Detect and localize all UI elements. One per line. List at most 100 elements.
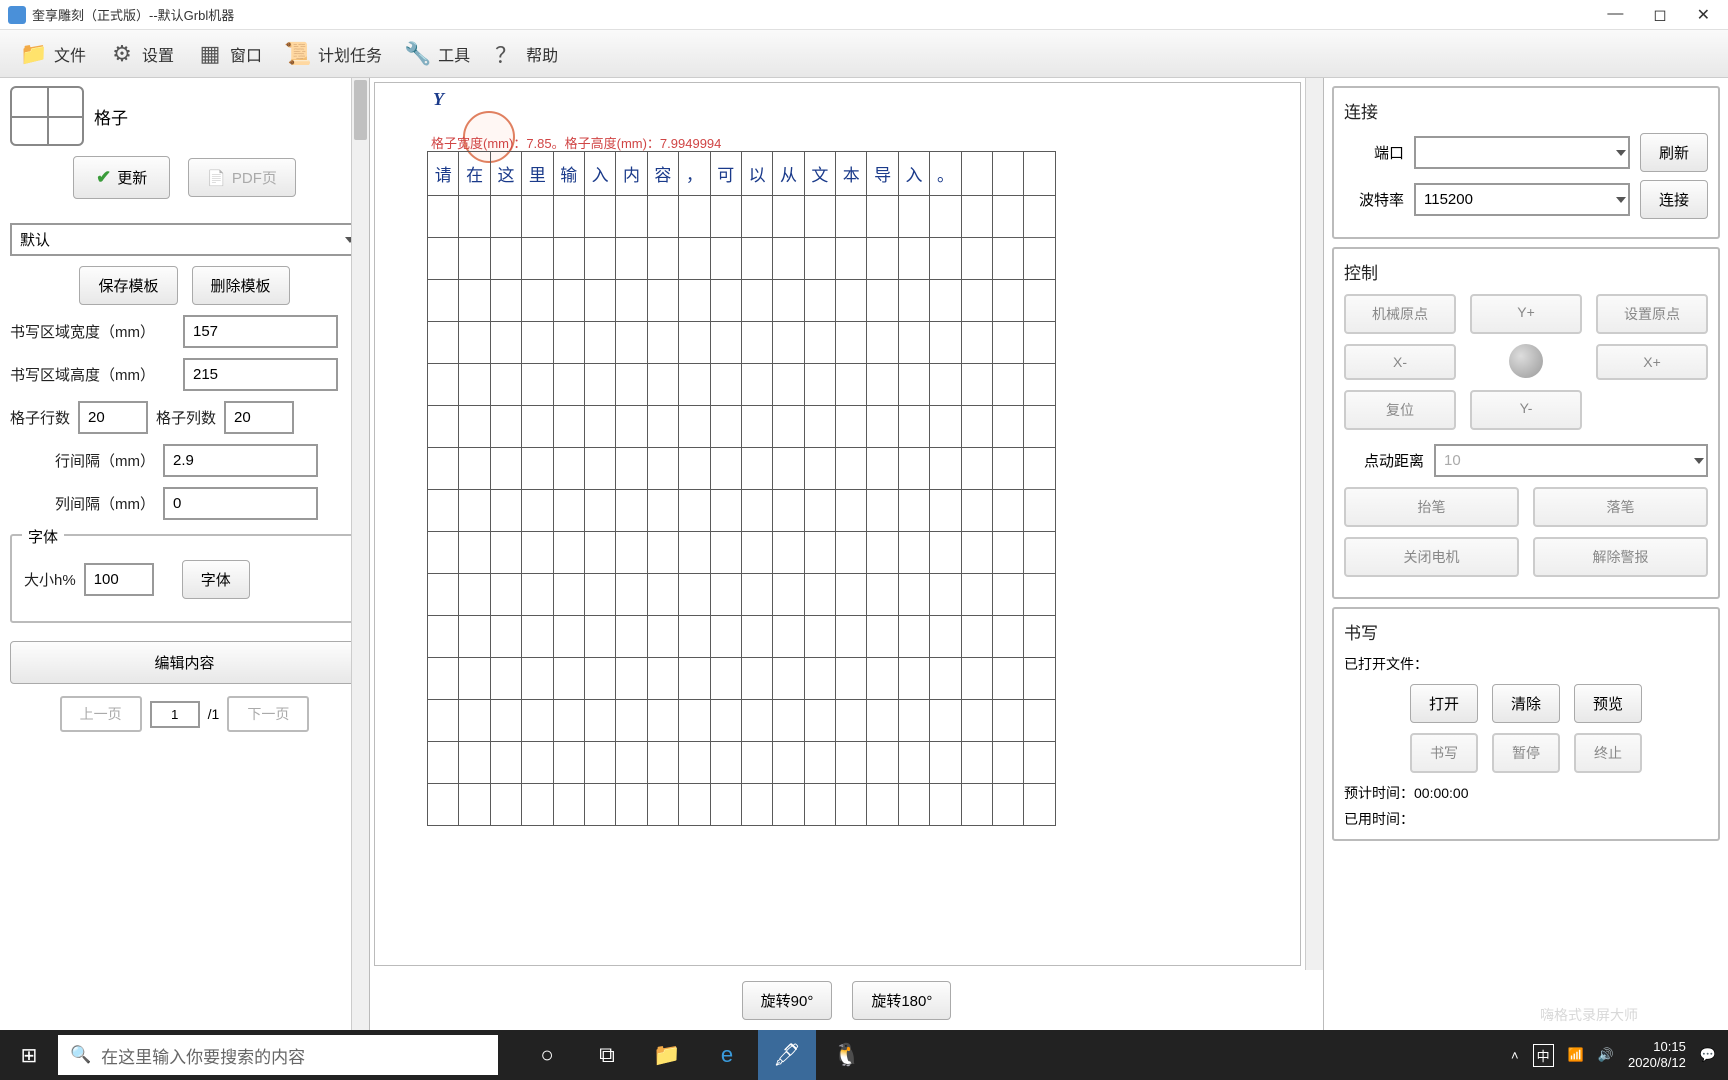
preview-button[interactable]: 预览: [1574, 684, 1642, 723]
minimize-button[interactable]: —: [1607, 5, 1623, 25]
refresh-button[interactable]: 刷新: [1640, 133, 1708, 172]
x-plus-button[interactable]: X+: [1596, 344, 1708, 380]
width-label: 书写区域宽度（mm）: [10, 321, 175, 342]
menu-window[interactable]: ▦窗口: [186, 36, 272, 72]
font-size-input[interactable]: [84, 563, 154, 596]
port-select[interactable]: [1414, 136, 1630, 169]
y-minus-button[interactable]: Y-: [1470, 390, 1582, 430]
wifi-icon[interactable]: 📶: [1568, 1047, 1584, 1063]
row-gap-input[interactable]: [163, 444, 318, 477]
edit-content-button[interactable]: 编辑内容: [10, 641, 359, 684]
rotate-90-button[interactable]: 旋转90°: [742, 981, 833, 1020]
search-box[interactable]: 🔍 在这里输入你要搜索的内容: [58, 1035, 498, 1075]
opened-file-label: 已打开文件：: [1344, 654, 1708, 674]
home-button[interactable]: 机械原点: [1344, 294, 1456, 334]
pen-up-button[interactable]: 抬笔: [1344, 487, 1519, 527]
delete-template-button[interactable]: 删除模板: [192, 266, 290, 305]
right-panel: 连接 端口 刷新 波特率 连接 控制 机械原点 Y+ 设置原点 X- X+ 复位: [1323, 78, 1728, 1030]
reset-button[interactable]: 复位: [1344, 390, 1456, 430]
save-template-button[interactable]: 保存模板: [79, 266, 177, 305]
menu-file[interactable]: 📁文件: [10, 36, 96, 72]
control-group: 控制 机械原点 Y+ 设置原点 X- X+ 复位 Y- 点动距离 抬笔 落笔: [1332, 247, 1720, 599]
clear-alarm-button[interactable]: 解除警报: [1533, 537, 1708, 577]
qq-icon[interactable]: 🐧: [818, 1030, 876, 1080]
canvas[interactable]: Y 格子宽度(mm)：7.85。格子高度(mm)：7.9949994 请在这里输…: [374, 82, 1301, 966]
eta-label: 预计时间：: [1344, 785, 1414, 801]
app-taskbar-icon[interactable]: 🖋: [758, 1030, 816, 1080]
maximize-button[interactable]: ◻: [1653, 5, 1666, 25]
center-panel: Y 格子宽度(mm)：7.85。格子高度(mm)：7.9949994 请在这里输…: [370, 78, 1323, 1030]
pdf-page-button[interactable]: PDF页: [188, 158, 296, 197]
joystick[interactable]: [1470, 344, 1582, 380]
prev-page-button[interactable]: 上一页: [60, 696, 142, 732]
volume-icon[interactable]: 🔊: [1598, 1047, 1614, 1063]
clock[interactable]: 10:15 2020/8/12: [1628, 1039, 1686, 1070]
grid-tile-icon: [10, 86, 84, 146]
rotate-180-button[interactable]: 旋转180°: [852, 981, 951, 1020]
start-button[interactable]: ⊞: [0, 1030, 58, 1080]
col-gap-input[interactable]: [163, 487, 318, 520]
col-gap-label: 列间隔（mm）: [10, 493, 155, 514]
template-select[interactable]: [10, 223, 359, 256]
rows-label: 格子行数: [10, 407, 70, 428]
menubar: 📁文件 ⚙设置 ▦窗口 📜计划任务 🔧工具 ？帮助: [0, 30, 1728, 78]
height-input[interactable]: [183, 358, 338, 391]
font-fieldset: 字体 大小h% 字体: [10, 534, 359, 623]
edge-icon[interactable]: e: [698, 1030, 756, 1080]
jog-select[interactable]: [1434, 444, 1708, 477]
grid-icon: ▦: [196, 40, 224, 68]
menu-help[interactable]: ？帮助: [482, 36, 568, 72]
rows-input[interactable]: [78, 401, 148, 434]
pen-down-button[interactable]: 落笔: [1533, 487, 1708, 527]
gear-icon: ⚙: [108, 40, 136, 68]
connect-group: 连接 端口 刷新 波特率 连接: [1332, 86, 1720, 239]
page-input[interactable]: [150, 701, 200, 728]
left-panel: 格子 更新 PDF页 保存模板 删除模板 书写区域宽度（mm） 书写区域高度（m…: [0, 78, 370, 1030]
elapsed-label: 已用时间：: [1344, 811, 1414, 827]
update-button[interactable]: 更新: [73, 156, 170, 199]
port-label: 端口: [1344, 142, 1404, 163]
menu-plan[interactable]: 📜计划任务: [274, 36, 392, 72]
help-icon: ？: [492, 40, 520, 68]
next-page-button[interactable]: 下一页: [227, 696, 309, 732]
width-input[interactable]: [183, 315, 338, 348]
folder-icon: 📁: [20, 40, 48, 68]
ime-indicator[interactable]: 中: [1533, 1044, 1554, 1067]
connect-button[interactable]: 连接: [1640, 180, 1708, 219]
clear-button[interactable]: 清除: [1492, 684, 1560, 723]
y-plus-button[interactable]: Y+: [1470, 294, 1582, 334]
jog-label: 点动距离: [1344, 450, 1424, 471]
tray-up-icon[interactable]: ˄: [1511, 1048, 1519, 1063]
notification-icon[interactable]: 💬: [1700, 1047, 1716, 1063]
left-scrollbar[interactable]: [351, 78, 369, 1030]
write-button[interactable]: 书写: [1410, 733, 1478, 773]
eta-value: 00:00:00: [1414, 785, 1469, 801]
taskview-icon[interactable]: ⧉: [578, 1030, 636, 1080]
control-title: 控制: [1344, 259, 1708, 284]
baud-select[interactable]: [1414, 183, 1630, 216]
close-button[interactable]: ✕: [1697, 5, 1710, 25]
menu-tools[interactable]: 🔧工具: [394, 36, 480, 72]
font-button[interactable]: 字体: [182, 560, 250, 599]
explorer-icon[interactable]: 📁: [638, 1030, 696, 1080]
cortana-icon[interactable]: ○: [518, 1030, 576, 1080]
motor-off-button[interactable]: 关闭电机: [1344, 537, 1519, 577]
tile-label: 格子: [94, 104, 128, 129]
search-placeholder: 在这里输入你要搜索的内容: [101, 1043, 305, 1068]
open-button[interactable]: 打开: [1410, 684, 1478, 723]
stop-button[interactable]: 终止: [1574, 733, 1642, 773]
pause-button[interactable]: 暂停: [1492, 733, 1560, 773]
x-minus-button[interactable]: X-: [1344, 344, 1456, 380]
watermark: 嗨格式录屏大师: [1540, 1005, 1638, 1025]
height-label: 书写区域高度（mm）: [10, 364, 175, 385]
set-origin-button[interactable]: 设置原点: [1596, 294, 1708, 334]
app-icon: [8, 6, 26, 24]
titlebar: 奎享雕刻（正式版）--默认Grbl机器 — ◻ ✕: [0, 0, 1728, 30]
grid-info: 格子宽度(mm)：7.85。格子高度(mm)：7.9949994: [431, 133, 721, 152]
center-scrollbar[interactable]: [1305, 78, 1323, 970]
cols-input[interactable]: [224, 401, 294, 434]
baud-label: 波特率: [1344, 189, 1404, 210]
search-icon: 🔍: [70, 1045, 91, 1065]
cols-label: 格子列数: [156, 407, 216, 428]
menu-settings[interactable]: ⚙设置: [98, 36, 184, 72]
